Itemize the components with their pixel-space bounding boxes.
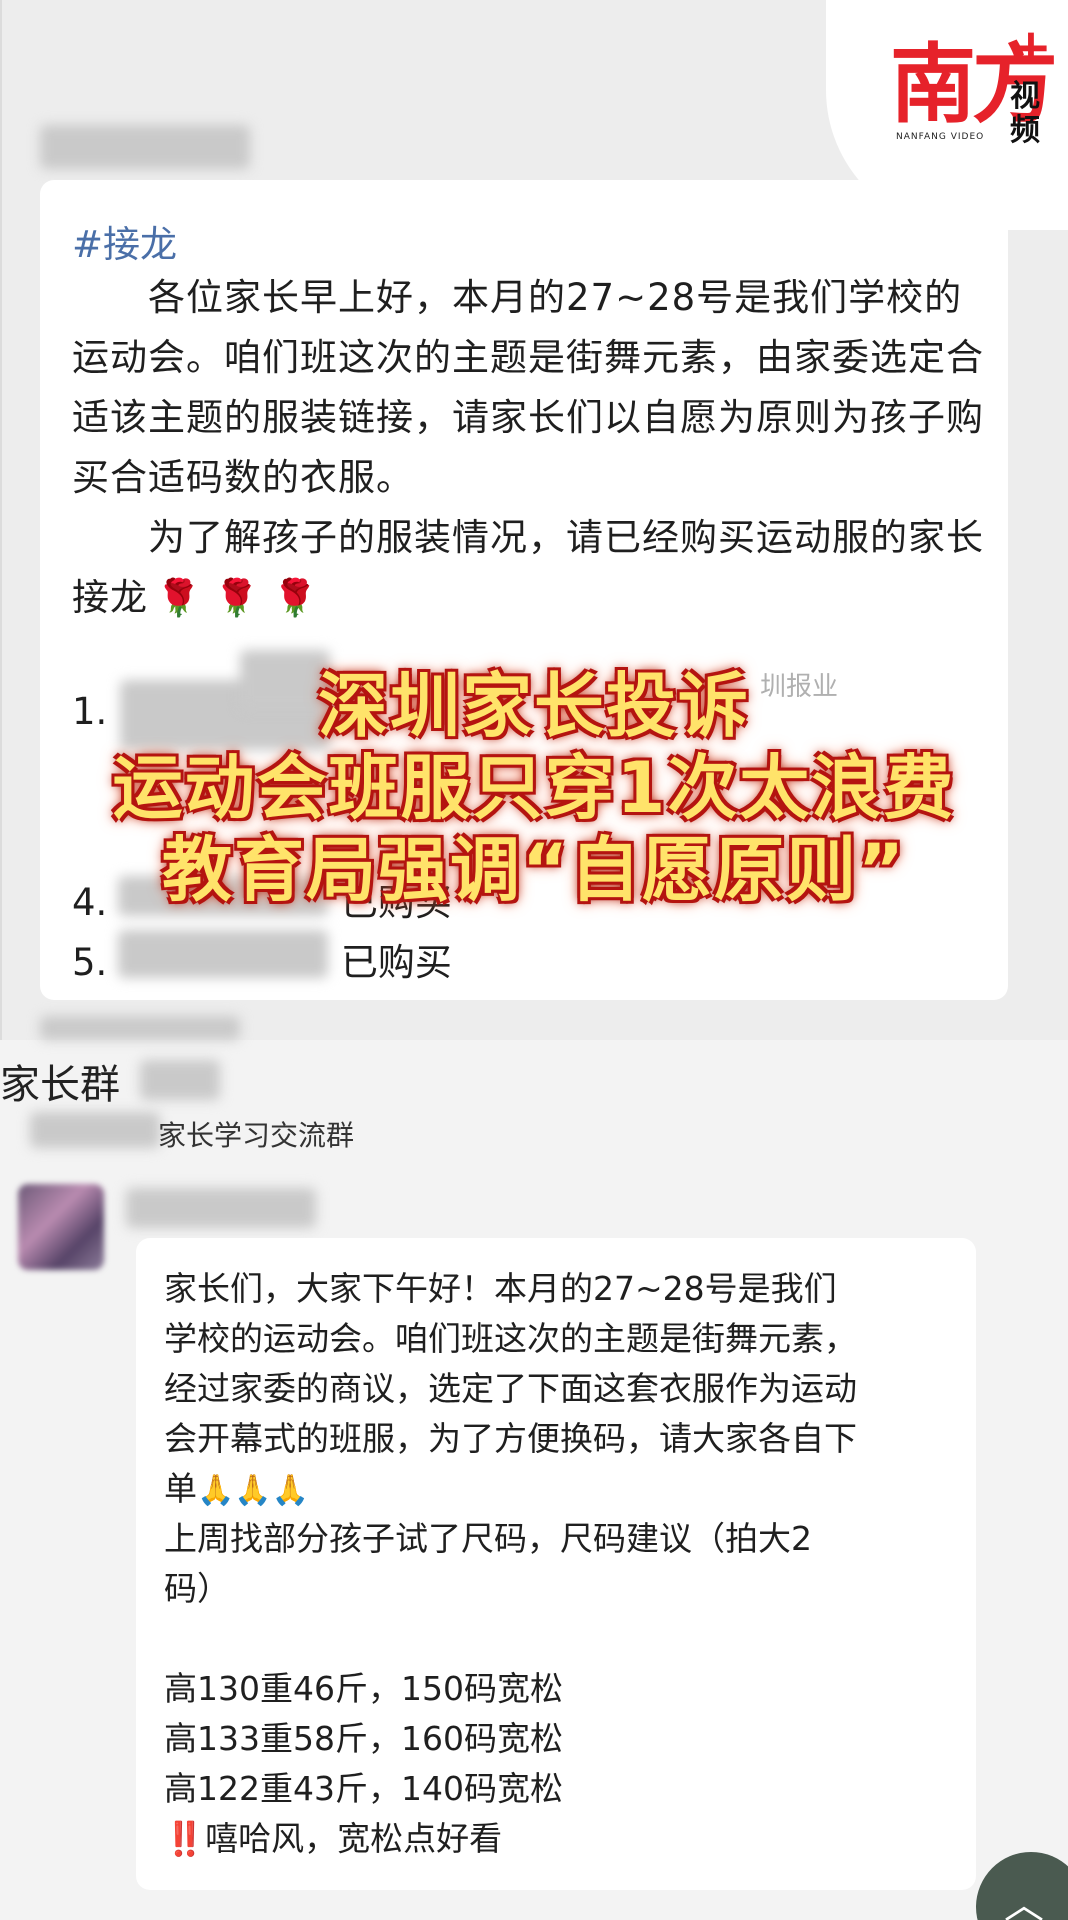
blurred-sender-name — [126, 1188, 316, 1228]
logo-video-text: 视频 — [1010, 79, 1040, 148]
avatar[interactable] — [18, 1184, 104, 1270]
headline-line-3: 教育局强调“自愿原则” — [161, 829, 906, 911]
logo-plus: + — [1010, 18, 1052, 76]
message2-line: 单🙏🙏🙏 — [164, 1464, 964, 1516]
blurred-timestamp — [40, 1016, 240, 1040]
blurred-group-suffix — [140, 1060, 220, 1100]
message2-note-line: ‼️嘻哈风，宽松点好看 — [164, 1819, 503, 1858]
message2-line: 码） — [164, 1569, 230, 1608]
size-suggestion-line: 高133重58斤，160码宽松 — [164, 1719, 563, 1758]
message2-line: 学校的运动会。咱们班这次的主题是街舞元素， — [164, 1319, 857, 1358]
blurred-group-prefix — [30, 1112, 160, 1148]
message1-paragraph-2: 为了解孩子的服装情况，请已经购买运动服的家长接龙 🌹 🌹 🌹 — [72, 508, 992, 629]
group-name[interactable]: 家长群 — [0, 1052, 120, 1110]
size-suggestion-line: 高130重46斤，150码宽松 — [164, 1669, 563, 1708]
message2-line: 经过家委的商议，选定了下面这套衣服作为运动 — [164, 1369, 857, 1408]
group-subtitle: 家长学习交流群 — [158, 1119, 355, 1152]
list-item-number: 5. — [72, 941, 108, 984]
pray-hands-icon: 🙏🙏🙏 — [197, 1473, 310, 1508]
message1-paragraph-1: 各位家长早上好，本月的27~28号是我们学校的运动会。咱们班这次的主题是街舞元素… — [72, 276, 984, 499]
list-item-status: 已购买 — [340, 941, 452, 984]
message2-line: 上周找部分孩子试了尺码，尺码建议（拍大2 — [164, 1519, 812, 1558]
message2-line: 家长们，大家下午好！本月的27~28号是我们 — [164, 1269, 837, 1308]
chevron-up-icon: ︿ — [1004, 1882, 1044, 1920]
message2-line: 会开幕式的班服，为了方便换码，请大家各自下 — [164, 1419, 857, 1458]
blurred-list-entry — [118, 930, 328, 978]
blurred-sender-name — [40, 125, 250, 169]
size-suggestion-line: 高122重43斤，140码宽松 — [164, 1769, 563, 1808]
hashtag-jielong[interactable]: #接龙 — [72, 214, 177, 268]
logo-english-text: NANFANG VIDEO — [896, 132, 985, 142]
rose-icon: 🌹 🌹 🌹 — [156, 578, 319, 619]
message2-line-text: 单 — [164, 1469, 197, 1508]
